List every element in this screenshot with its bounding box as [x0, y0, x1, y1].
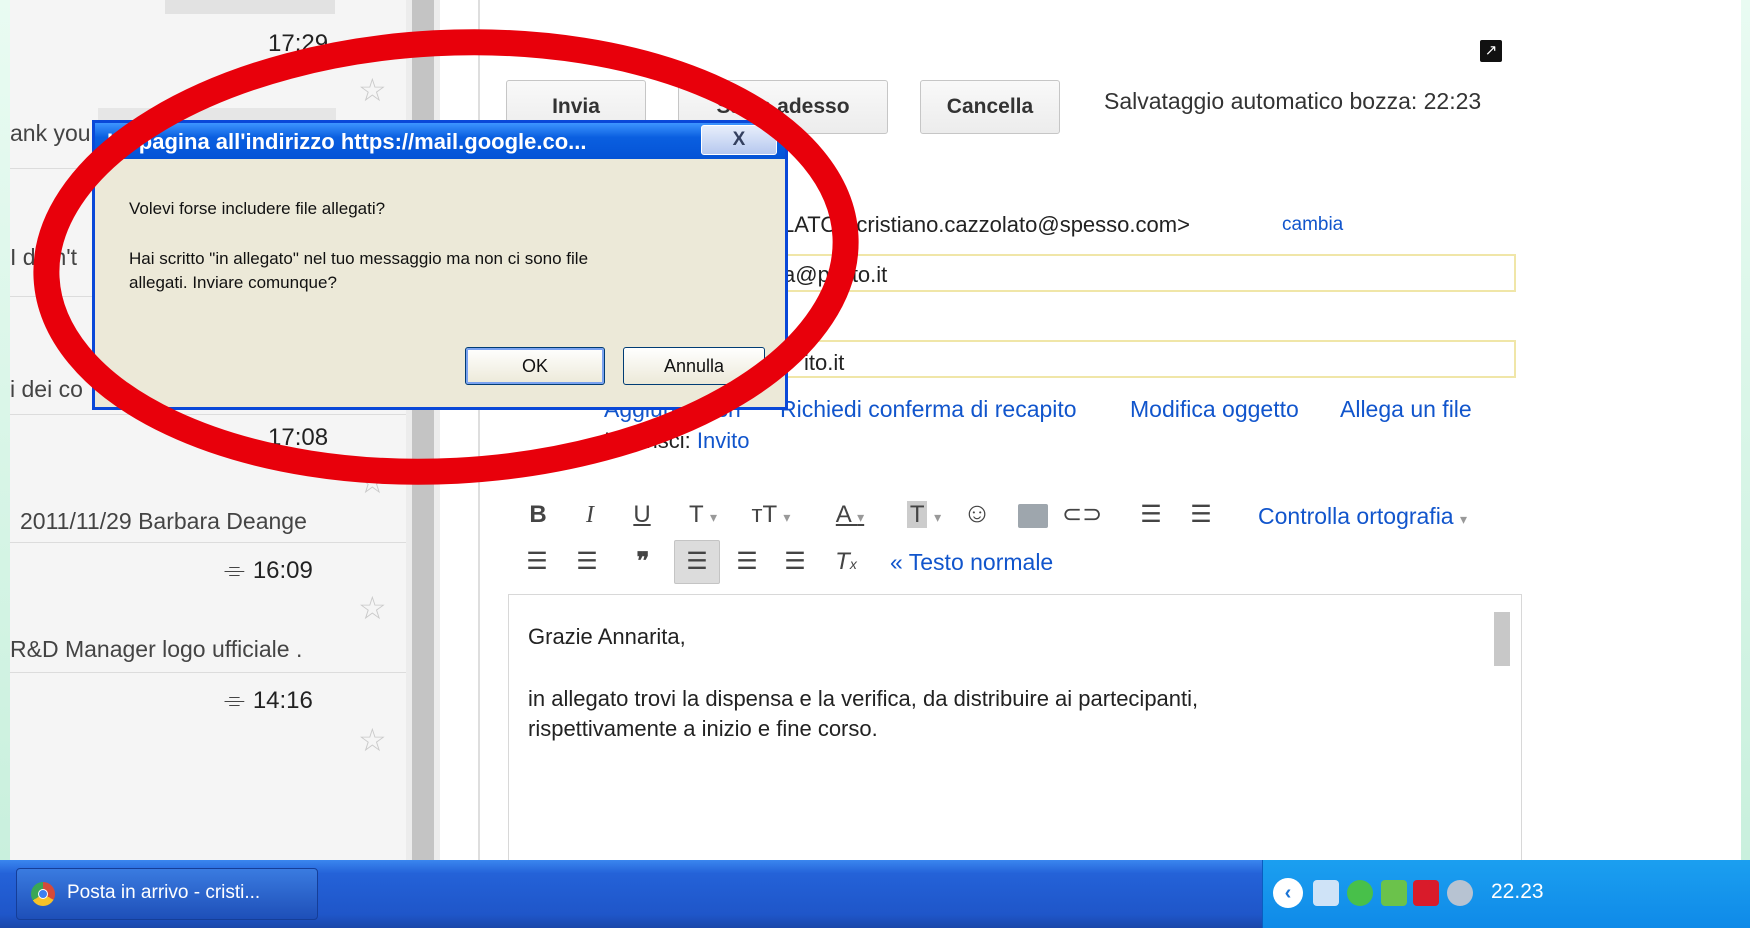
image-icon[interactable] [1018, 504, 1048, 528]
system-tray: ‹ 22.23 [1262, 860, 1750, 928]
align-right-icon[interactable]: ☰ [780, 547, 810, 577]
popout-icon[interactable]: ↗ [1480, 40, 1502, 62]
font-icon[interactable]: T ▾ [678, 500, 728, 532]
text-color-icon[interactable]: A ▾ [822, 500, 878, 532]
annotation-ellipse [33, 29, 859, 485]
message-time-row: ⌯ 14:16 [224, 684, 313, 714]
bold-icon[interactable]: B [524, 500, 552, 530]
italic-icon[interactable]: I [576, 500, 604, 530]
message-snippet[interactable]: R&D Manager logo ufficiale . [10, 636, 302, 663]
edit-subject-link[interactable]: Modifica oggetto [1130, 396, 1299, 423]
discard-button[interactable]: Cancella [920, 80, 1060, 134]
highlight-color-icon[interactable]: T ▾ [896, 500, 952, 532]
editor-scrollbar-thumb[interactable] [1494, 612, 1510, 666]
outdent-icon[interactable]: ☰ [522, 547, 552, 577]
quote-icon[interactable]: ❞ [626, 547, 660, 577]
taskbar-window-button[interactable]: Posta in arrivo - cristi... [16, 868, 318, 920]
link-icon[interactable]: ⊂⊃ [1062, 500, 1102, 530]
network-icon[interactable] [1313, 880, 1339, 906]
body-line: rispettivamente a inizio e fine corso. [528, 716, 878, 741]
security-check-icon[interactable] [1347, 880, 1373, 906]
body-line: Grazie Annarita, [528, 624, 686, 649]
bulleted-list-icon[interactable]: ☰ [1184, 500, 1218, 530]
align-center-icon[interactable]: ☰ [732, 547, 762, 577]
indent-icon[interactable]: ☰ [572, 547, 602, 577]
align-left-icon[interactable]: ☰ [674, 540, 720, 584]
remove-formatting-icon[interactable]: Tx [826, 547, 866, 579]
antivirus-icon[interactable] [1413, 880, 1439, 906]
message-snippet[interactable]: 2011/11/29 Barbara Deange [20, 508, 307, 535]
chrome-icon [31, 882, 55, 906]
desktop-edge-right [1741, 0, 1750, 860]
taskbar: Posta in arrivo - cristi... ‹ 22.23 [0, 860, 1750, 928]
autosave-status: Salvataggio automatico bozza: 22:23 [1104, 88, 1482, 114]
star-icon[interactable]: ☆ [358, 592, 387, 624]
numbered-list-icon[interactable]: ☰ [1134, 500, 1168, 530]
clock: 22.23 [1491, 880, 1544, 903]
star-icon[interactable]: ☆ [358, 724, 387, 756]
change-from-link[interactable]: cambia [1282, 214, 1343, 236]
list-row-top [165, 0, 335, 14]
message-time-row: ⌯ 16:09 [224, 554, 313, 584]
plain-text-link[interactable]: « Testo normale [890, 549, 1053, 576]
desktop-edge-left [0, 0, 10, 860]
volume-icon[interactable] [1447, 880, 1473, 906]
taskbar-window-label: Posta in arrivo - cristi... [67, 882, 261, 903]
underline-icon[interactable]: U [628, 500, 656, 530]
safely-remove-icon[interactable] [1381, 880, 1407, 906]
paperclip-icon: ⌯ [224, 554, 245, 584]
font-size-icon[interactable]: тT ▾ [740, 500, 802, 532]
attach-file-link[interactable]: Allega un file [1340, 396, 1472, 423]
paperclip-icon: ⌯ [224, 684, 245, 714]
spellcheck-dropdown[interactable]: Controlla ortografia ▾ [1258, 503, 1467, 530]
show-hidden-icons-icon[interactable]: ‹ [1273, 878, 1303, 908]
emoji-icon[interactable]: ☺ [960, 498, 994, 528]
body-line: in allegato trovi la dispensa e la verif… [528, 686, 1199, 711]
